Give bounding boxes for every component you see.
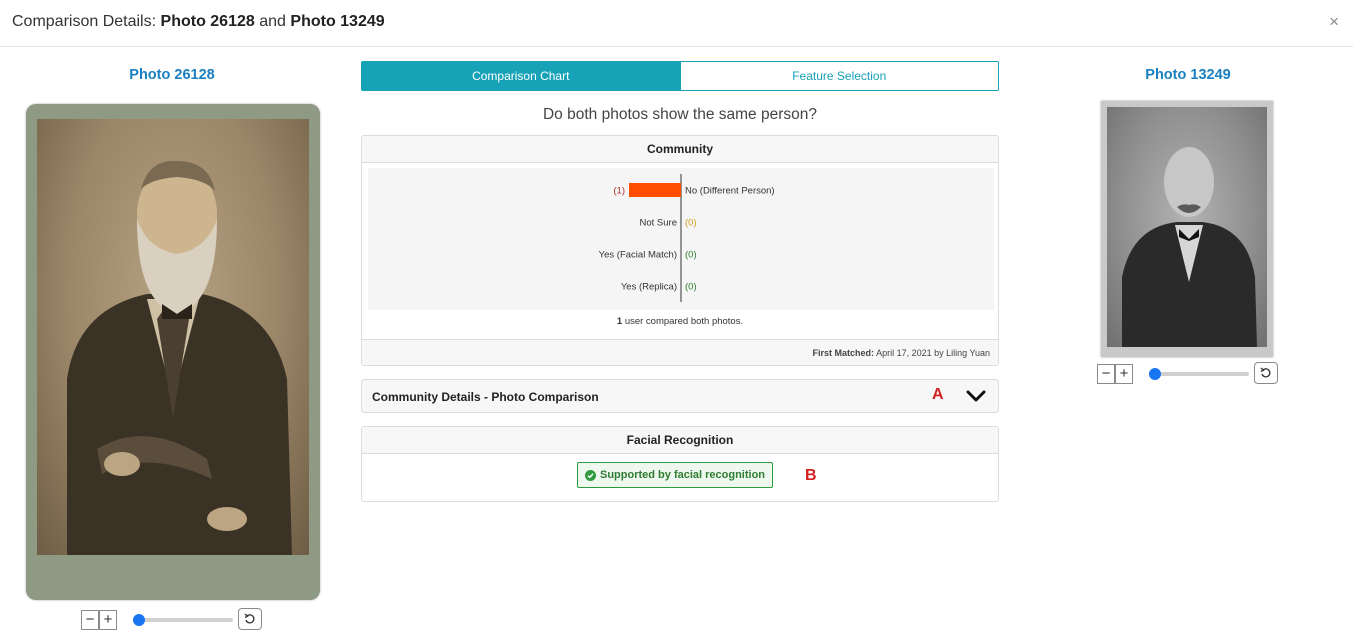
right-zoom-controls: − + bbox=[1097, 362, 1282, 386]
chart-value-label: (0) bbox=[685, 218, 697, 229]
right-zoom-out-button[interactable]: − bbox=[1097, 364, 1115, 384]
chart-value-label: (0) bbox=[685, 250, 697, 261]
chart-category-label: No (Different Person) bbox=[685, 186, 775, 197]
right-zoom-slider[interactable] bbox=[1153, 372, 1249, 376]
community-card: Community No (Different Person) (1) Not Su… bbox=[361, 135, 999, 366]
title-prefix: Comparison Details: bbox=[12, 13, 157, 30]
chart-bar bbox=[629, 183, 681, 197]
title-joiner: and bbox=[259, 13, 286, 30]
left-zoom-controls: − + bbox=[81, 608, 266, 632]
left-photo-label[interactable]: Photo 26128 bbox=[112, 67, 232, 83]
compared-summary: 1 user compared both photos. bbox=[362, 316, 998, 327]
right-zoom-slider-handle[interactable] bbox=[1149, 368, 1161, 380]
annotation-marker-a: A bbox=[932, 386, 944, 403]
compared-count: 1 bbox=[616, 316, 623, 327]
modal-title: Comparison Details: Photo 26128 and Phot… bbox=[12, 13, 385, 31]
right-reset-zoom-button[interactable] bbox=[1254, 362, 1278, 384]
left-zoom-slider[interactable] bbox=[137, 618, 233, 622]
first-matched-label: First Matched: bbox=[812, 348, 875, 358]
bald-man-portrait bbox=[1122, 147, 1257, 347]
reset-icon bbox=[1260, 367, 1271, 378]
view-tabs: Comparison Chart Feature Selection bbox=[361, 61, 999, 91]
annotation-marker-b: B bbox=[805, 467, 817, 484]
right-zoom-in-button[interactable]: + bbox=[1115, 364, 1133, 384]
community-title: Community bbox=[362, 136, 998, 163]
left-photo-image bbox=[37, 119, 309, 555]
facial-recognition-title: Facial Recognition bbox=[362, 427, 998, 454]
chevron-down-icon[interactable] bbox=[966, 389, 986, 408]
right-photo-label[interactable]: Photo 13249 bbox=[1128, 67, 1248, 83]
chart-category-label: Not Sure bbox=[640, 218, 678, 229]
community-chart: No (Different Person) (1) Not Sure (0) Yes (… bbox=[368, 168, 994, 310]
modal-header: Comparison Details: Photo 26128 and Phot… bbox=[0, 0, 1353, 47]
first-matched-footer: First Matched: April 17, 2021 by Liling … bbox=[362, 339, 998, 365]
left-zoom-slider-handle[interactable] bbox=[133, 614, 145, 626]
tab-comparison-chart[interactable]: Comparison Chart bbox=[361, 61, 681, 91]
right-photo bbox=[1101, 101, 1273, 357]
close-icon[interactable]: × bbox=[1329, 12, 1339, 32]
facial-recognition-badge-text: Supported by facial recognition bbox=[600, 469, 766, 481]
comparison-question: Do both photos show the same person? bbox=[542, 106, 817, 123]
chart-category-label: Yes (Replica) bbox=[621, 282, 677, 293]
community-details-accordion[interactable]: Community Details - Photo Comparison A bbox=[361, 379, 999, 413]
left-zoom-out-button[interactable]: − bbox=[81, 610, 99, 630]
first-matched-value: April 17, 2021 by Liling Yuan bbox=[876, 348, 990, 358]
title-photo-a: Photo 26128 bbox=[160, 13, 255, 30]
right-photo-image bbox=[1107, 107, 1267, 347]
reset-icon bbox=[244, 613, 255, 624]
facial-recognition-badge: Supported by facial recognition bbox=[577, 462, 774, 488]
compared-text: user compared both photos. bbox=[624, 316, 744, 327]
facial-recognition-card: Facial Recognition Supported by facial r… bbox=[361, 426, 999, 502]
chart-value-label: (1) bbox=[613, 186, 625, 197]
left-reset-zoom-button[interactable] bbox=[238, 608, 262, 630]
left-zoom-in-button[interactable]: + bbox=[99, 610, 117, 630]
community-vote-chart: No (Different Person) (1) Not Sure (0) Yes (… bbox=[599, 174, 775, 302]
tab-feature-selection[interactable]: Feature Selection bbox=[680, 61, 999, 91]
chart-category-label: Yes (Facial Match) bbox=[599, 250, 677, 261]
title-photo-b: Photo 13249 bbox=[290, 13, 385, 30]
bearded-man-portrait bbox=[67, 160, 292, 555]
check-circle-icon bbox=[585, 469, 596, 481]
left-photo bbox=[26, 104, 320, 600]
community-details-title: Community Details - Photo Comparison bbox=[372, 390, 599, 404]
chart-value-label: (0) bbox=[685, 282, 697, 293]
